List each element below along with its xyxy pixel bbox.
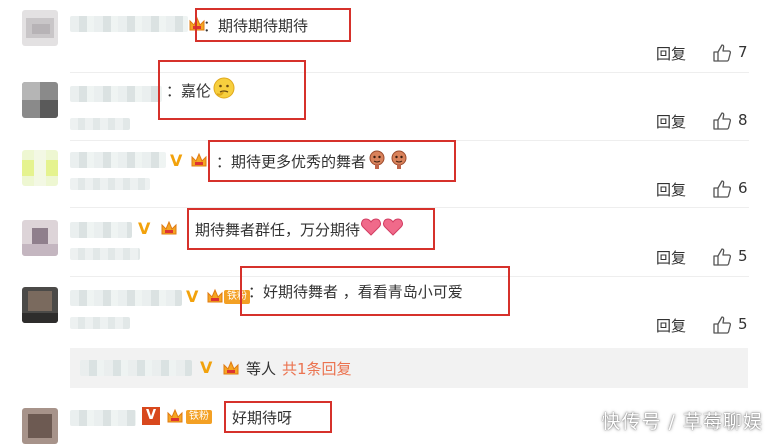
timestamp-blurred [70,178,150,190]
vip-badge-icon: V [200,358,213,377]
username-blurred[interactable] [70,222,132,238]
vip-badge-icon: V [138,219,151,238]
crown-icon [166,408,184,424]
emoji-heart-icon [360,216,382,242]
comment-text: ：好期待舞者 ，看看青岛小可爱 [240,266,510,316]
comment-text: ：期待更多优秀的舞者 [208,140,456,182]
username-blurred[interactable] [70,86,162,102]
timestamp-blurred [70,248,140,260]
reply-summary-prefix: 等人 [246,360,277,378]
avatar[interactable] [22,220,58,256]
avatar[interactable] [22,150,58,186]
comment-text: ：期待期待期待 [195,8,351,42]
emoji-dancing-icon [366,148,388,174]
reply-summary-bar[interactable]: V 等人 共1条回复 [70,348,748,388]
comment-text: 期待舞者群任，万分期待 [187,208,435,250]
avatar[interactable] [22,408,58,444]
reply-button[interactable]: 回复 [656,247,686,268]
thumbs-up-icon[interactable] [712,315,732,335]
view-replies-link[interactable]: 共1条回复 [282,358,352,379]
comment-text-label: 期待舞者群任，万分期待 [195,220,361,239]
like-count: 6 [738,179,748,197]
comment-text-label: ：好期待舞者 ，看看青岛小可爱 [248,282,463,301]
thumbs-up-icon[interactable] [712,247,732,267]
reply-button[interactable]: 回复 [656,179,686,200]
crown-icon [160,220,178,236]
vip-badge-icon: V [142,407,160,425]
avatar[interactable] [22,82,58,118]
like-count: 7 [738,43,748,61]
like-count: 8 [738,111,748,129]
username-blurred[interactable] [70,290,182,306]
username-blurred[interactable] [70,410,136,426]
vip-badge-icon: V [186,287,199,306]
username-blurred[interactable] [70,16,188,32]
thumbs-up-icon[interactable] [712,43,732,63]
comment-text: ：嘉伦 [158,60,306,120]
vip-badge-label: V [145,408,157,423]
watermark: 快传号 / 草莓聊娱 [601,411,763,433]
avatar[interactable] [22,10,58,46]
crown-icon [222,360,240,376]
emoji-dancing-icon [388,148,410,174]
reply-button[interactable]: 回复 [656,111,686,132]
comment-text-label: 好期待呀 [232,408,293,427]
comment-text: 好期待呀 [224,401,332,433]
timestamp-blurred [70,118,130,130]
emoji-heart-icon [382,216,404,242]
crown-icon [190,152,208,168]
reply-button[interactable]: 回复 [656,43,686,64]
like-count: 5 [738,315,748,333]
emoji-thinking-icon [213,77,235,103]
comment-text-label: ：嘉伦 [166,81,212,100]
username-blurred[interactable] [80,360,192,376]
vip-badge-icon: V [170,151,183,170]
comment-text-label: ：期待更多优秀的舞者 [216,152,367,171]
thumbs-up-icon[interactable] [712,179,732,199]
thumbs-up-icon[interactable] [712,111,732,131]
crown-icon [206,288,224,304]
username-blurred[interactable] [70,152,166,168]
timestamp-blurred [70,317,130,329]
like-count: 5 [738,247,748,265]
avatar[interactable] [22,287,58,323]
comment-text-label: ：期待期待期待 [203,16,309,35]
fans-badge: 铁粉 [186,410,212,424]
reply-button[interactable]: 回复 [656,315,686,336]
